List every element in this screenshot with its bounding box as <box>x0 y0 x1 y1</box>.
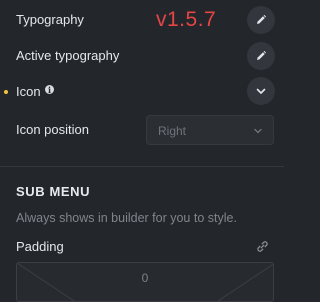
active-typography-edit-button[interactable] <box>247 42 275 70</box>
padding-label: Padding <box>16 239 64 254</box>
icon-label: Icon <box>16 84 41 99</box>
version-label: v1.5.7 <box>156 8 217 31</box>
info-icon[interactable]: i <box>45 85 54 95</box>
section-divider <box>0 166 284 167</box>
icon-position-label: Icon position <box>16 122 89 137</box>
sub-menu-description: Always shows in builder for you to style… <box>16 211 237 225</box>
active-typography-label: Active typography <box>16 48 120 63</box>
typography-edit-button[interactable] <box>247 6 275 34</box>
icon-expand-button[interactable] <box>247 77 275 105</box>
padding-control: 0 <box>16 262 274 302</box>
chevron-down-icon <box>256 88 266 94</box>
changed-indicator-dot <box>4 90 8 94</box>
sub-menu-title: SUB MENU <box>16 184 91 199</box>
typography-label: Typography <box>16 12 84 27</box>
icon-position-value: Right <box>158 124 187 138</box>
link-icon[interactable] <box>256 240 269 253</box>
pencil-icon <box>257 50 267 60</box>
icon-position-select[interactable]: Right <box>146 115 274 145</box>
pencil-icon <box>257 14 267 24</box>
chevron-down-icon <box>254 128 262 134</box>
padding-top-input[interactable]: 0 <box>17 271 273 285</box>
